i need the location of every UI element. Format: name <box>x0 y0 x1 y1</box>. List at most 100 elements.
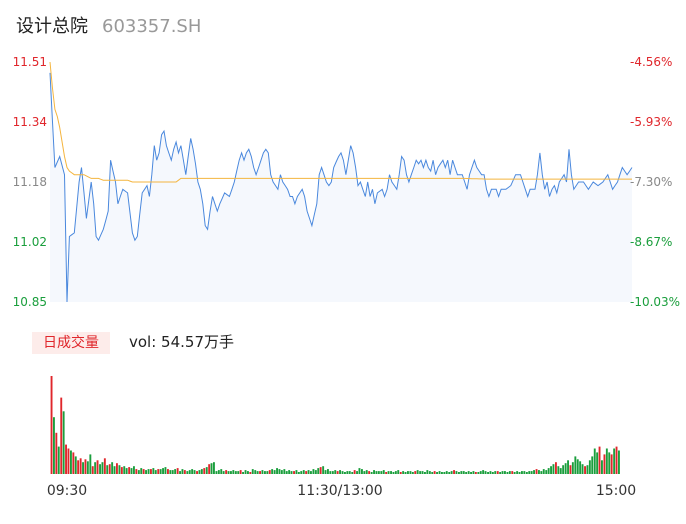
volume-bar <box>261 470 264 474</box>
price-tick-label: 11.51 <box>13 55 47 69</box>
volume-bar <box>419 471 422 474</box>
volume-bar <box>57 446 60 474</box>
volume-bar <box>513 472 516 474</box>
volume-bar <box>130 468 133 474</box>
volume-bar <box>605 448 608 474</box>
volume-bar <box>140 468 143 474</box>
volume-bar <box>394 471 397 474</box>
volume-bar <box>288 470 291 474</box>
volume-bar <box>341 471 344 474</box>
volume-bar <box>319 467 322 474</box>
volume-bar <box>356 471 358 474</box>
volume-bar <box>491 472 494 474</box>
volume-bar <box>576 459 579 474</box>
volume-bar <box>152 468 155 474</box>
intraday-chart[interactable]: 11.51 -4.56% 11.34 -5.93% 11.18 -7.30% 11.02 -8… <box>0 0 686 524</box>
volume-bar <box>426 470 429 474</box>
volume-bar <box>370 472 373 474</box>
volume-bar <box>373 470 375 474</box>
volume-bar <box>174 469 177 474</box>
volume-bar <box>579 461 582 474</box>
time-tick-label: 11:30/13:00 <box>297 483 382 499</box>
volume-bar <box>176 468 179 474</box>
volume-bar <box>249 472 252 474</box>
volume-bar <box>94 462 97 474</box>
volume-bar <box>496 471 499 474</box>
volume-bar <box>416 470 419 474</box>
volume-bar <box>62 411 65 474</box>
volume-bar <box>523 471 526 474</box>
volume-bar <box>278 469 281 474</box>
volume-bar <box>179 471 181 474</box>
pct-tick-label: -4.56% <box>630 55 672 69</box>
volume-bar <box>200 469 203 474</box>
price-tick-label: 11.18 <box>13 175 47 189</box>
volume-bar <box>387 471 390 474</box>
volume-bar <box>390 471 392 474</box>
volume-bar <box>164 467 167 474</box>
daily-volume-tab[interactable]: 日成交量 <box>32 332 110 354</box>
volume-bar <box>247 471 249 474</box>
volume-bar <box>363 471 366 474</box>
volume-bar <box>133 466 135 474</box>
volume-bar <box>608 452 611 474</box>
volume-bar <box>232 470 235 474</box>
volume-bar <box>382 470 385 474</box>
volume-bar <box>145 470 147 474</box>
volume-bar <box>477 472 480 474</box>
volume-bar <box>504 471 506 474</box>
volume-bar <box>414 471 417 474</box>
volume-bar <box>421 471 424 474</box>
volume-bar <box>564 463 567 474</box>
volume-bar <box>424 472 426 474</box>
volume-bar <box>436 472 438 474</box>
volume-bar <box>99 464 101 474</box>
volume-bar <box>210 463 213 474</box>
volume-bar <box>542 469 545 474</box>
volume-bar <box>448 472 451 474</box>
volume-bar <box>365 470 368 474</box>
volume-bar <box>254 470 257 474</box>
volume-bar <box>569 465 572 474</box>
volume-bar <box>397 470 400 474</box>
volume-bar <box>89 454 92 474</box>
volume-bar <box>84 459 87 474</box>
volume-bar <box>348 471 351 474</box>
volume-bar <box>273 470 276 474</box>
volume-bar <box>487 472 489 474</box>
volume-bar <box>407 471 409 474</box>
volume-bar <box>482 470 485 474</box>
volume-bar <box>314 470 317 474</box>
volume-bar <box>474 472 477 474</box>
volume-bar <box>225 470 228 474</box>
volume-bar <box>72 452 75 474</box>
price-tick-label: 10.85 <box>13 295 47 309</box>
volume-readout: vol: 54.57万手 <box>129 333 234 351</box>
volume-bar <box>77 460 80 474</box>
volume-bar <box>290 471 293 474</box>
volume-bar <box>213 462 215 474</box>
volume-bar <box>610 454 613 474</box>
volume-bar <box>125 468 128 474</box>
volume-bar <box>103 458 106 474</box>
volume-bar <box>264 471 266 474</box>
volume-bar <box>455 471 458 474</box>
volume-bar <box>297 472 300 474</box>
volume-bar <box>596 452 599 474</box>
volume-bar <box>484 471 487 474</box>
volume-bar <box>193 470 196 474</box>
volume-bar <box>237 471 240 474</box>
volume-bar <box>559 468 562 474</box>
volume-bar <box>171 470 174 474</box>
volume-bar <box>339 470 341 474</box>
volume-bar <box>467 471 470 474</box>
volume-bar <box>552 464 555 474</box>
volume-bar <box>101 462 104 474</box>
volume-bar <box>227 471 230 474</box>
pct-tick-label: -5.93% <box>630 115 672 129</box>
volume-bar <box>358 468 361 474</box>
volume-bar <box>118 465 121 474</box>
volume-bar <box>593 448 596 474</box>
volume-bar <box>516 471 519 474</box>
pct-tick-label: -7.30% <box>630 175 672 189</box>
